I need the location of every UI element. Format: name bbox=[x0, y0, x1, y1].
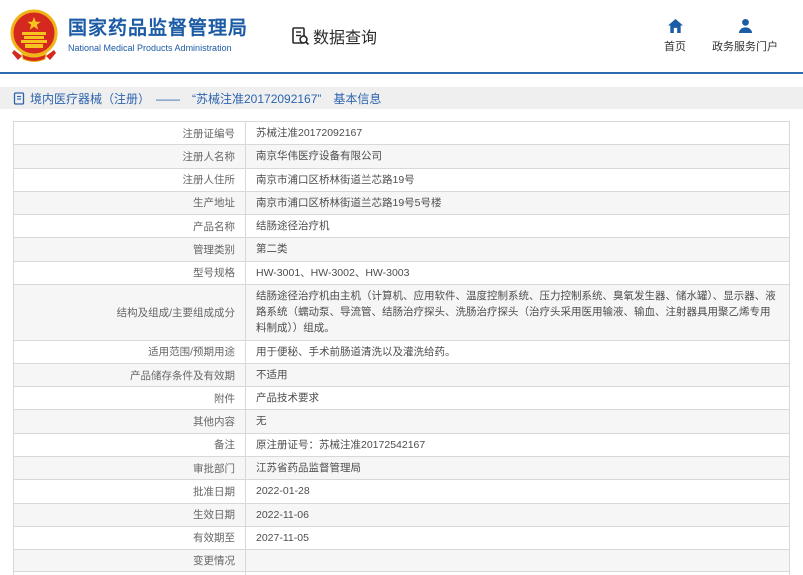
home-icon bbox=[667, 18, 683, 34]
row-label: 变更情况 bbox=[13, 549, 246, 573]
row-label: 生产地址 bbox=[13, 190, 246, 216]
nav-item-home[interactable]: 首页 bbox=[664, 18, 686, 54]
row-label: 产品名称 bbox=[13, 214, 246, 239]
breadcrumb-text: 境内医疗器械（注册） —— “苏械注准20172092167” 基本信息 bbox=[30, 91, 382, 106]
table-row: 其他内容无 bbox=[13, 409, 790, 434]
row-label: 生效日期 bbox=[13, 502, 246, 527]
row-label: 审批部门 bbox=[13, 455, 246, 481]
row-value: 结肠途径治疗机 bbox=[245, 214, 790, 239]
row-value: 结肠途径治疗机由主机（计算机、应用软件、温度控制系统、压力控制系统、臭氧发生器、… bbox=[245, 283, 790, 341]
info-table: 注册证编号 苏械注准20172092167 注册人名称 南京华伟医疗设备有限公司 注册人… bbox=[13, 120, 790, 575]
row-label: 结构及组成/主要组成成分 bbox=[13, 283, 246, 341]
table-row: 结构及组成/主要组成成分 结肠途径治疗机由主机（计算机、应用软件、温度控制系统、压… bbox=[13, 283, 790, 341]
table-row: 生效日期 2022-11-06 bbox=[13, 502, 790, 527]
row-value: 原注册证号：苏械注准20172542167 bbox=[245, 432, 790, 457]
row-value: 2022-01-28 bbox=[245, 479, 790, 504]
table-row: 产品储存条件及有效期 不适用 bbox=[13, 362, 790, 388]
table-row: 型号规格 HW-3001、HW-3002、HW-3003 bbox=[13, 260, 790, 285]
table-row: 批准日期 2022-01-28 bbox=[13, 479, 790, 504]
row-value: 2027-11-05 bbox=[245, 525, 790, 551]
row-value: 苏械注准20172092167 bbox=[245, 120, 790, 146]
nav-home-label: 首页 bbox=[664, 41, 686, 53]
row-label: 批准日期 bbox=[13, 479, 246, 504]
row-label: 注 bbox=[13, 571, 246, 575]
table-row: 产品名称 结肠途径治疗机 bbox=[13, 214, 790, 239]
brand: 国家药品监督管理局 National Medical Products Admi… bbox=[68, 18, 248, 53]
row-value: 无 bbox=[245, 409, 790, 434]
row-label: 注册证编号 bbox=[13, 120, 246, 146]
row-value: 南京市浦口区桥林街道兰芯路19号 bbox=[245, 167, 790, 192]
data-query-tab[interactable]: 数据查询 bbox=[290, 24, 377, 48]
info-table-body: 注册证编号 苏械注准20172092167 注册人名称 南京华伟医疗设备有限公司 注册人… bbox=[13, 120, 790, 575]
document-icon bbox=[13, 91, 25, 105]
data-query-label: 数据查询 bbox=[313, 30, 378, 47]
registration-info-section: 注册证编号 苏械注准20172092167 注册人名称 南京华伟医疗设备有限公司 注册人… bbox=[13, 120, 790, 575]
row-label: 型号规格 bbox=[13, 260, 246, 285]
row-value: 详情 bbox=[245, 571, 790, 575]
table-row: 备注 原注册证号：苏械注准20172542167 bbox=[13, 432, 790, 457]
nav-gov-portal-label: 政务服务门户 bbox=[712, 41, 778, 53]
row-label: 附件 bbox=[13, 386, 246, 411]
row-value: HW-3001、HW-3002、HW-3003 bbox=[245, 260, 790, 285]
row-label: 其他内容 bbox=[13, 409, 246, 434]
document-search-icon bbox=[292, 27, 310, 46]
table-row: 注详情 bbox=[13, 571, 790, 575]
table-row: 注册证编号 苏械注准20172092167 bbox=[13, 120, 790, 146]
row-label: 备注 bbox=[13, 432, 246, 457]
table-row: 附件 产品技术要求 bbox=[13, 386, 790, 411]
header: 国家药品监督管理局 National Medical Products Admi… bbox=[0, 0, 803, 74]
row-value: 产品技术要求 bbox=[245, 386, 790, 411]
table-row: 变更情况 bbox=[13, 549, 790, 573]
row-value: 2022-11-06 bbox=[245, 502, 790, 527]
table-row: 生产地址 南京市浦口区桥林街道兰芯路19号5号楼 bbox=[13, 190, 790, 216]
row-label: 产品储存条件及有效期 bbox=[13, 362, 246, 388]
table-row: 管理类别 第二类 bbox=[13, 237, 790, 262]
user-icon bbox=[738, 18, 752, 34]
row-label: 有效期至 bbox=[13, 525, 246, 551]
national-emblem-icon bbox=[10, 9, 58, 62]
table-row: 审批部门 江苏省药品监督管理局 bbox=[13, 455, 790, 481]
row-value: 江苏省药品监督管理局 bbox=[245, 455, 790, 481]
row-label: 管理类别 bbox=[13, 237, 246, 262]
table-row: 适用范围/预期用途 用于便秘、手术前肠道清洗以及灌洗给药。 bbox=[13, 339, 790, 364]
nav-item-gov-portal[interactable]: 政务服务门户 bbox=[712, 18, 778, 54]
row-label: 注册人名称 bbox=[13, 144, 246, 169]
row-value: 南京市浦口区桥林街道兰芯路19号5号楼 bbox=[245, 190, 790, 216]
table-row: 注册人名称 南京华伟医疗设备有限公司 bbox=[13, 144, 790, 169]
brand-title: 国家药品监督管理局 bbox=[68, 18, 249, 40]
row-value: 用于便秘、手术前肠道清洗以及灌洗给药。 bbox=[245, 339, 790, 364]
row-label: 注册人住所 bbox=[13, 167, 246, 192]
breadcrumb: 境内医疗器械（注册） —— “苏械注准20172092167” 基本信息 bbox=[0, 87, 803, 109]
row-value: 南京华伟医疗设备有限公司 bbox=[245, 144, 790, 169]
row-value bbox=[245, 549, 790, 573]
row-value: 第二类 bbox=[245, 237, 790, 262]
row-label: 适用范围/预期用途 bbox=[13, 339, 246, 364]
row-value: 不适用 bbox=[245, 362, 790, 388]
brand-subtitle: National Medical Products Administration bbox=[68, 43, 232, 54]
table-row: 注册人住所 南京市浦口区桥林街道兰芯路19号 bbox=[13, 167, 790, 192]
table-row: 有效期至 2027-11-05 bbox=[13, 525, 790, 551]
